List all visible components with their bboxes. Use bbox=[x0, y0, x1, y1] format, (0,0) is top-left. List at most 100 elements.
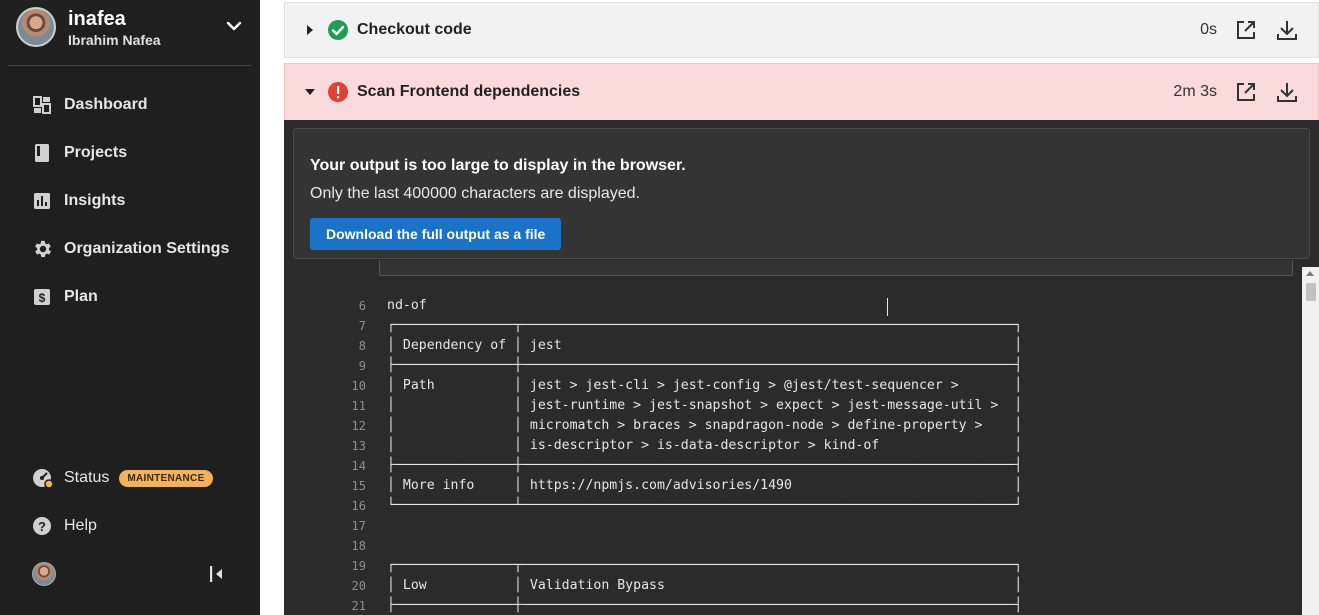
expand-caret-icon[interactable] bbox=[303, 25, 317, 35]
nav-help[interactable]: ? Help bbox=[24, 506, 244, 546]
nav-dashboard-label: Dashboard bbox=[64, 96, 148, 113]
log-output[interactable]: 6 nd-of 7 ┌───────────────┬────────────────… bbox=[284, 260, 1301, 615]
line-number: 11 bbox=[351, 399, 366, 413]
log-line: 21 ├───────────────┼─────────────────────… bbox=[284, 596, 1023, 615]
gear-icon bbox=[24, 237, 64, 261]
line-text: ├───────────────┼───────────────────────… bbox=[387, 358, 1023, 373]
org-name: inafea bbox=[68, 8, 126, 30]
dashboard-icon bbox=[24, 93, 64, 117]
collapse-caret-icon[interactable] bbox=[303, 88, 317, 96]
nav-organization-settings-label: Organization Settings bbox=[64, 240, 230, 257]
line-number: 15 bbox=[351, 479, 366, 493]
open-external-icon[interactable] bbox=[1234, 80, 1258, 104]
log-line: 19 ┌───────────────┬─────────────────────… bbox=[284, 556, 1023, 576]
nav-plan[interactable]: $ Plan bbox=[24, 277, 244, 317]
step-checkout-code[interactable]: Checkout code 0s bbox=[284, 2, 1319, 58]
log-line: 10 │ Path │ jest > jest-cli > jest-config… bbox=[284, 376, 1023, 396]
download-icon[interactable] bbox=[1275, 80, 1299, 104]
maintenance-badge: MAINTENANCE bbox=[119, 469, 213, 487]
step-output-panel: Your output is too large to display in t… bbox=[284, 120, 1319, 615]
log-previous-block bbox=[379, 260, 1293, 276]
log-line: 11 │ │ jest-runtime > jest-snapshot > exp… bbox=[284, 396, 1023, 416]
user-avatar[interactable] bbox=[32, 562, 56, 586]
scroll-up-arrow-icon[interactable] bbox=[1306, 271, 1314, 276]
line-text: ┌───────────────┬───────────────────────… bbox=[387, 558, 1023, 573]
log-line: 15 │ More info │ https://npmjs.com/adviso… bbox=[284, 476, 1023, 496]
log-line: 17 bbox=[284, 516, 1022, 536]
line-text: │ Dependency of │ jest │ bbox=[387, 338, 1023, 353]
log-line: 7 ┌───────────────┬──────────────────────… bbox=[284, 316, 1022, 336]
line-number: 10 bbox=[351, 379, 366, 393]
nav-status[interactable]: Status MAINTENANCE bbox=[24, 458, 244, 498]
line-text: ├───────────────┼───────────────────────… bbox=[387, 598, 1023, 613]
collapse-sidebar-icon[interactable] bbox=[206, 563, 228, 585]
step-duration: 0s bbox=[1200, 21, 1217, 38]
svg-text:?: ? bbox=[38, 519, 46, 534]
nav-help-label: Help bbox=[64, 517, 97, 534]
line-text: │ Low │ Validation Bypass │ bbox=[387, 578, 1023, 593]
org-switcher[interactable]: inafea Ibrahim Nafea bbox=[8, 0, 252, 66]
log-line: 8 │ Dependency of │ jest │ bbox=[284, 336, 1022, 356]
step-title: Checkout code bbox=[357, 21, 472, 38]
line-number: 9 bbox=[358, 359, 366, 373]
step-title: Scan Frontend dependencies bbox=[357, 83, 581, 100]
nav-projects[interactable]: Projects bbox=[24, 133, 244, 173]
nav-insights-label: Insights bbox=[64, 192, 126, 209]
line-number: 7 bbox=[358, 319, 366, 333]
line-text: │ Path │ jest > jest-cli > jest-config >… bbox=[387, 378, 1023, 393]
output-too-large-notice: Your output is too large to display in t… bbox=[293, 128, 1310, 259]
log-line: 20 │ Low │ Validation Bypass │ bbox=[284, 576, 1023, 596]
line-number: 17 bbox=[351, 519, 366, 533]
notice-title: Your output is too large to display in t… bbox=[310, 157, 686, 174]
step-duration: 2m 3s bbox=[1173, 83, 1217, 100]
line-text: ┌───────────────┬───────────────────────… bbox=[387, 318, 1023, 333]
open-external-icon[interactable] bbox=[1234, 18, 1258, 42]
nav-insights[interactable]: Insights bbox=[24, 181, 244, 221]
line-text: │ │ is-descriptor > is-data-descriptor >… bbox=[387, 438, 1023, 453]
chevron-down-icon[interactable] bbox=[224, 16, 244, 36]
status-gauge-icon bbox=[24, 466, 64, 490]
line-text bbox=[366, 536, 387, 556]
svg-text:$: $ bbox=[39, 291, 46, 305]
log-lines: 6 nd-of 7 ┌───────────────┬────────────────… bbox=[284, 296, 1023, 615]
line-text: │ │ micromatch > braces > snapdragon-nod… bbox=[387, 418, 1023, 433]
log-line: 13 │ │ is-descriptor > is-data-descriptor… bbox=[284, 436, 1023, 456]
plan-icon: $ bbox=[24, 285, 64, 309]
line-number: 20 bbox=[351, 579, 366, 593]
nav-organization-settings[interactable]: Organization Settings bbox=[24, 229, 244, 269]
line-number: 6 bbox=[358, 299, 366, 313]
log-line: 6 nd-of bbox=[284, 296, 1022, 316]
log-line: 12 │ │ micromatch > braces > snapdragon-n… bbox=[284, 416, 1023, 436]
line-text: nd-of bbox=[387, 298, 427, 313]
download-icon[interactable] bbox=[1275, 18, 1299, 42]
nav-plan-label: Plan bbox=[64, 288, 98, 305]
log-line: 9 ├───────────────┼──────────────────────… bbox=[284, 356, 1022, 376]
projects-icon bbox=[24, 141, 64, 165]
line-number: 21 bbox=[351, 599, 366, 613]
user-name: Ibrahim Nafea bbox=[68, 32, 161, 48]
line-number: 18 bbox=[351, 539, 366, 553]
line-number: 14 bbox=[351, 459, 366, 473]
main-content: Checkout code 0s Scan Frontend dependenc… bbox=[260, 0, 1319, 615]
nav-status-label: Status bbox=[64, 469, 110, 486]
org-avatar bbox=[16, 7, 56, 47]
line-number: 19 bbox=[351, 559, 366, 573]
download-full-output-button[interactable]: Download the full output as a file bbox=[310, 218, 562, 250]
log-scrollbar[interactable] bbox=[1302, 267, 1319, 615]
nav-dashboard[interactable]: Dashboard bbox=[24, 85, 244, 125]
line-number: 16 bbox=[351, 499, 366, 513]
step-scan-frontend-dependencies[interactable]: Scan Frontend dependencies 2m 3s bbox=[284, 63, 1319, 121]
line-number: 12 bbox=[351, 419, 366, 433]
line-text: │ More info │ https://npmjs.com/advisori… bbox=[387, 478, 1023, 493]
error-icon bbox=[328, 82, 348, 102]
log-line: 14 ├───────────────┼─────────────────────… bbox=[284, 456, 1023, 476]
line-text: └───────────────┴───────────────────────… bbox=[387, 498, 1023, 513]
insights-icon bbox=[24, 189, 64, 213]
line-text bbox=[366, 516, 387, 536]
line-text: │ │ jest-runtime > jest-snapshot > expec… bbox=[387, 398, 1023, 413]
scrollbar-thumb[interactable] bbox=[1306, 283, 1316, 301]
line-number: 8 bbox=[358, 339, 366, 353]
line-number: 13 bbox=[351, 439, 366, 453]
log-line: 16 └───────────────┴─────────────────────… bbox=[284, 496, 1023, 516]
success-check-icon bbox=[328, 20, 348, 40]
